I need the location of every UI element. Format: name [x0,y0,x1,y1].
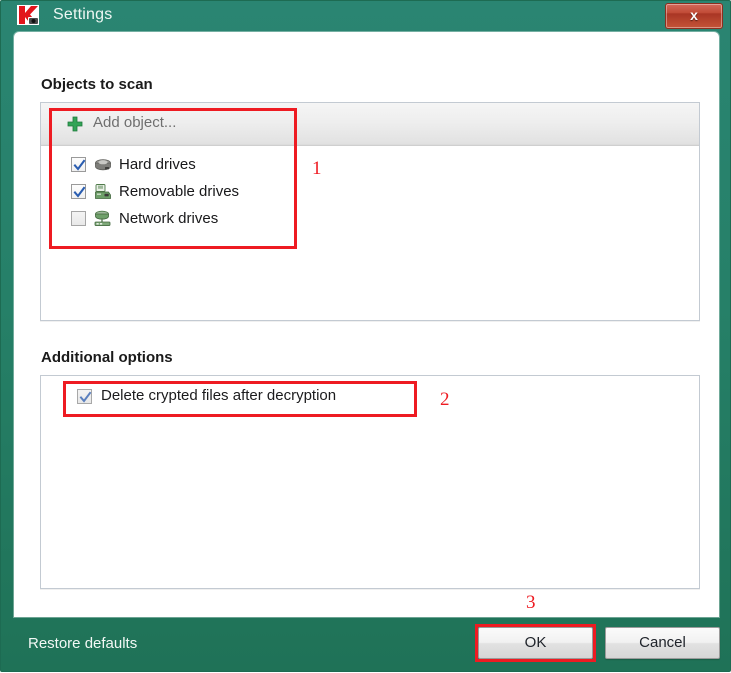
title-bar: Settings x [1,1,731,32]
hard-drives-checkbox[interactable] [71,157,86,172]
removable-drives-checkbox[interactable] [71,184,86,199]
list-item[interactable]: Hard drives [41,153,699,180]
close-icon: x [690,7,698,23]
hard-drive-icon [93,156,113,174]
add-object-button[interactable]: Add object... [41,103,699,145]
list-item-label: Network drives [119,210,219,227]
dialog-content: Objects to scan Add object... Hard drive… [14,32,719,617]
delete-crypted-files-label: Delete crypted files after decryption [101,387,337,404]
list-item-label: Removable drives [119,183,240,200]
settings-window: Settings x Objects to scan Add object... [0,0,731,672]
restore-defaults-link[interactable]: Restore defaults [28,635,137,652]
delete-crypted-files-row[interactable]: Delete crypted files after decryption [41,385,699,411]
objects-to-scan-panel: Add object... Hard drives Removable driv… [40,102,700,321]
removable-drive-icon [93,183,113,201]
network-drive-icon [93,210,113,228]
check-icon [73,186,86,198]
annotation-number-2: 2 [440,389,450,410]
network-drives-checkbox[interactable] [71,211,86,226]
list-item-label: Hard drives [119,156,196,173]
plus-icon [67,116,83,132]
additional-options-panel: Delete crypted files after decryption [40,375,700,589]
kaspersky-k-logo-icon [16,4,42,29]
annotation-number-1: 1 [312,158,322,179]
ok-button[interactable]: OK [478,627,593,659]
delete-crypted-files-checkbox[interactable] [77,389,92,404]
check-icon [79,391,92,403]
cancel-button[interactable]: Cancel [605,627,720,659]
list-item[interactable]: Network drives [41,207,699,234]
additional-options-heading: Additional options [41,349,173,366]
add-object-label: Add object... [93,114,177,131]
window-title: Settings [53,6,113,23]
annotation-number-3: 3 [526,592,536,613]
check-icon [73,159,86,171]
close-button[interactable]: x [665,3,723,29]
objects-to-scan-heading: Objects to scan [41,76,153,93]
list-item[interactable]: Removable drives [41,180,699,207]
